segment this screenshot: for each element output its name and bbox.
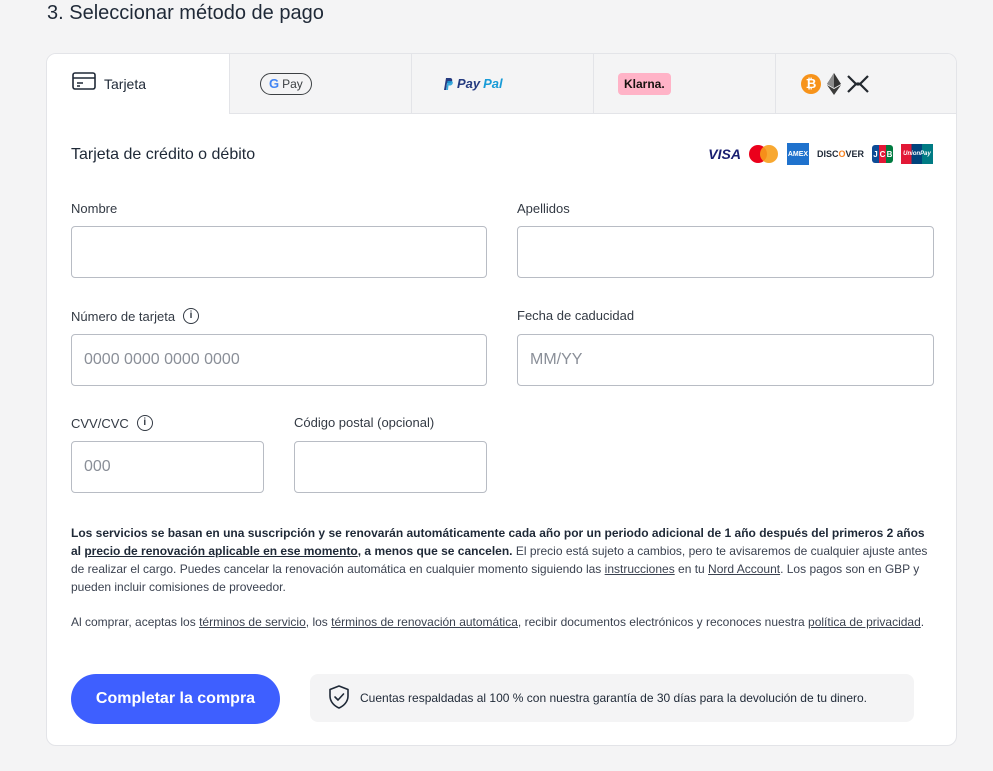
nord-account-link[interactable]: Nord Account xyxy=(708,562,780,576)
form-heading: Tarjeta de crédito o débito xyxy=(71,146,256,163)
section-title: 3. Seleccionar método de pago xyxy=(47,2,324,24)
visa-logo: VISA xyxy=(708,146,741,162)
tab-card-label: Tarjeta xyxy=(104,75,147,92)
tab-crypto[interactable]: ₿ xyxy=(775,54,956,114)
google-g-icon: G xyxy=(269,76,280,91)
paypal-logo: Pay Pal xyxy=(442,76,503,91)
first-name-field[interactable] xyxy=(71,226,487,278)
tab-paypal[interactable]: Pay Pal xyxy=(411,54,593,114)
cvv-info-icon[interactable]: i xyxy=(136,415,153,431)
unionpay-logo: UnionPay xyxy=(901,144,933,164)
renewal-price-link[interactable]: precio de renovación aplicable en ese mo… xyxy=(84,544,357,558)
bitcoin-icon: ₿ xyxy=(801,73,821,94)
card-brand-logos: VISA AMEX DISCOVER JCB UnionPay xyxy=(708,143,933,165)
instructions-link[interactable]: instrucciones xyxy=(605,562,675,576)
cvv-label: CVV/CVC i xyxy=(71,415,153,431)
cvv-field[interactable] xyxy=(71,441,264,493)
klarna-logo: Klarna. xyxy=(618,72,671,95)
money-back-guarantee-badge: Cuentas respaldadas al 100 % con nuestra… xyxy=(310,674,914,722)
privacy-policy-link[interactable]: política de privacidad xyxy=(808,615,921,629)
card-number-label: Número de tarjeta i xyxy=(71,308,200,324)
postal-code-label: Código postal (opcional) xyxy=(294,415,435,430)
tab-google-pay[interactable]: G Pay xyxy=(229,54,411,114)
first-name-label: Nombre xyxy=(71,201,118,216)
google-pay-logo: G Pay xyxy=(260,72,312,95)
complete-purchase-button[interactable]: Completar la compra xyxy=(71,674,280,724)
crypto-icons: ₿ xyxy=(801,72,869,95)
card-number-field[interactable] xyxy=(71,334,487,386)
paypal-p-icon xyxy=(444,77,453,90)
guarantee-text: Cuentas respaldadas al 100 % con nuestra… xyxy=(360,691,868,705)
payment-method-panel: Tarjeta G Pay Pay Pal Klarna. ₿ Tarjeta d… xyxy=(46,53,957,746)
subscription-terms-text: Los servicios se basan en una suscripció… xyxy=(71,526,928,594)
jcb-logo: JCB xyxy=(872,145,893,163)
tab-card[interactable]: Tarjeta xyxy=(47,54,229,114)
amex-logo: AMEX xyxy=(786,143,809,165)
shield-check-icon xyxy=(328,684,350,712)
credit-card-icon xyxy=(72,72,96,95)
last-name-field[interactable] xyxy=(517,226,934,278)
expiry-date-field[interactable] xyxy=(517,334,934,386)
card-number-info-icon[interactable]: i xyxy=(183,308,200,324)
postal-code-field[interactable] xyxy=(294,441,487,493)
mastercard-logo xyxy=(748,145,779,163)
tab-klarna[interactable]: Klarna. xyxy=(593,54,775,114)
ethereum-icon xyxy=(827,72,841,95)
purchase-agreement-text: Al comprar, aceptas los términos de serv… xyxy=(71,615,925,629)
payment-tabs: Tarjeta G Pay Pay Pal Klarna. ₿ xyxy=(47,54,956,114)
xrp-icon xyxy=(847,74,869,93)
last-name-label: Apellidos xyxy=(517,201,570,216)
terms-of-service-link[interactable]: términos de servicio xyxy=(199,615,306,629)
auto-renewal-terms-link[interactable]: términos de renovación automática xyxy=(331,615,518,629)
discover-logo: DISCOVER xyxy=(816,149,864,159)
expiry-date-label: Fecha de caducidad xyxy=(517,308,635,323)
